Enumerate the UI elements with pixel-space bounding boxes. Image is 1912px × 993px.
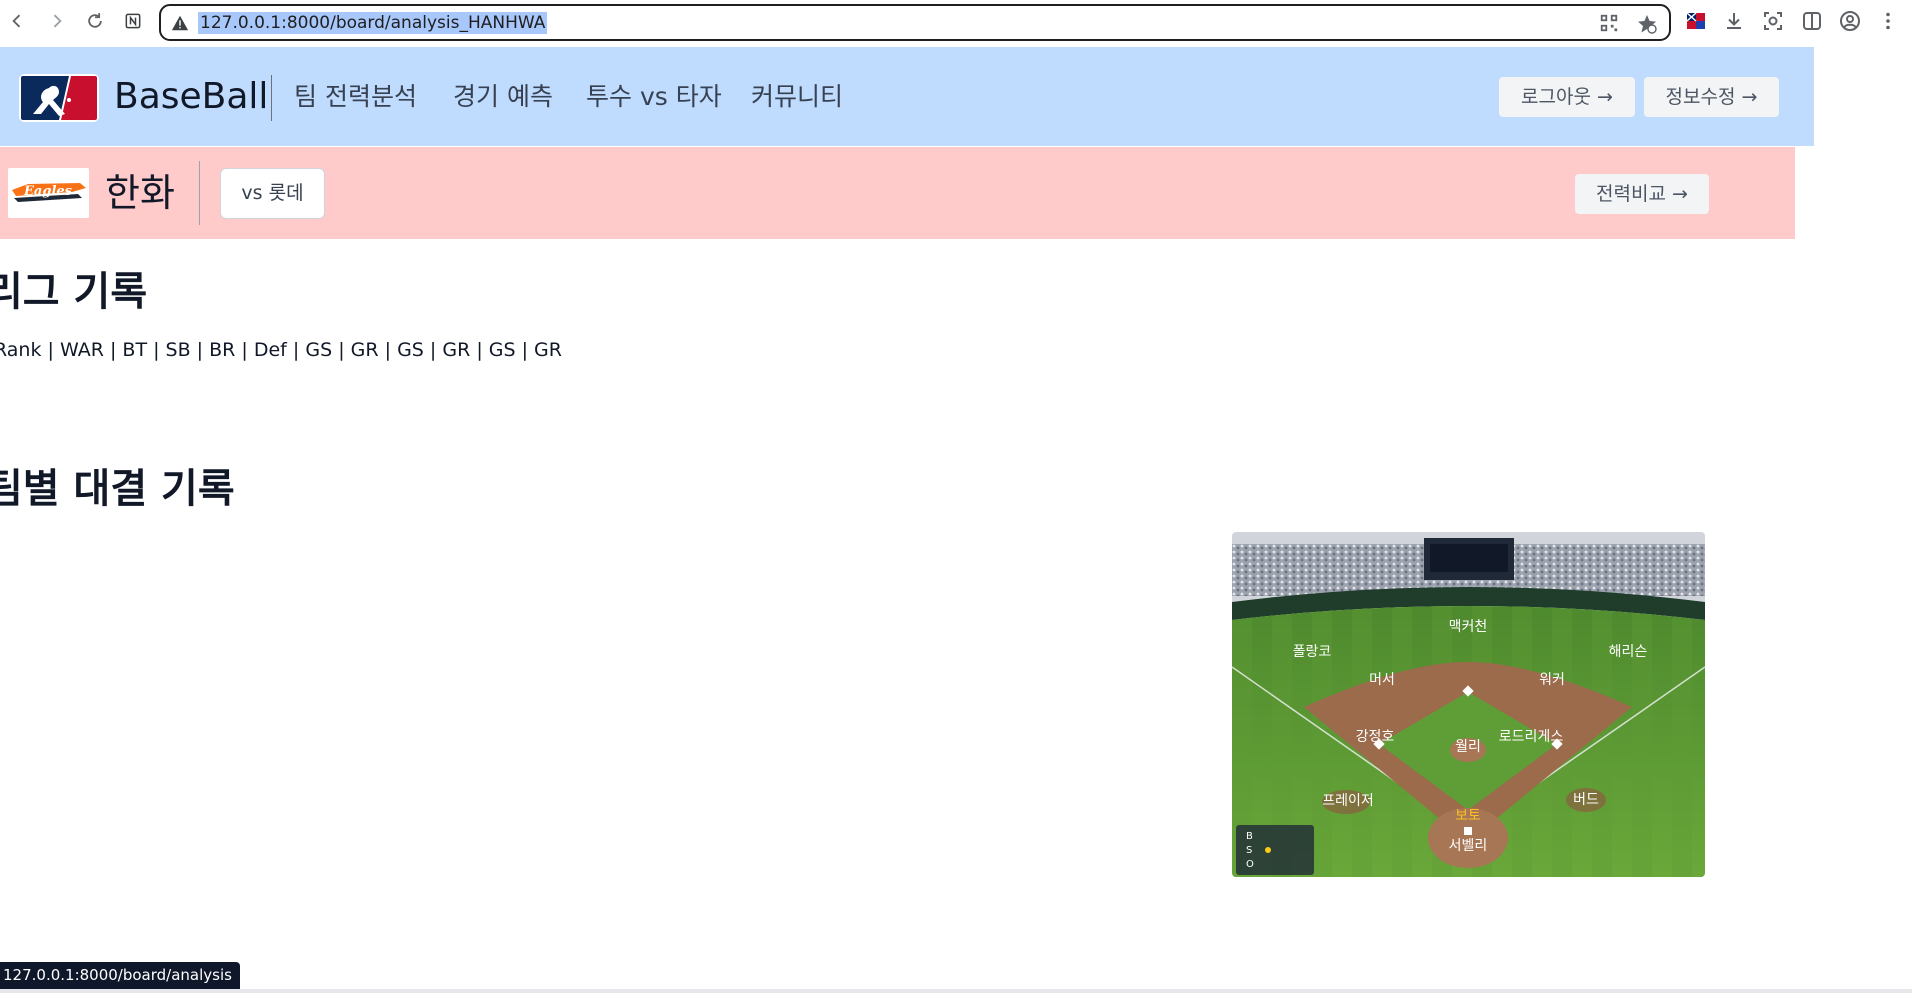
team-vs-record-title: 팀별 대결 기록 <box>0 466 235 512</box>
stat-sb: SB <box>165 339 191 361</box>
stat-bt: BT <box>122 339 148 361</box>
stat-separator: | <box>41 339 60 361</box>
eagles-logo-icon: Eagles <box>8 168 89 218</box>
count-out-label: O <box>1246 859 1254 870</box>
player-right-shift: 버드 <box>1573 792 1599 808</box>
stat-separator: | <box>378 339 398 361</box>
brand-title[interactable]: BaseBall <box>114 74 268 120</box>
reload-icon[interactable] <box>82 8 108 34</box>
site-header: BaseBall 팀 전력분석 경기 예측 투수 vs 타자 커뮤니티 로그아웃… <box>0 47 1814 146</box>
stat-gr: GR <box>350 339 379 361</box>
bottom-edge <box>0 989 1912 993</box>
stat-gs: GS <box>488 339 516 361</box>
player-left-field: 폴랑코 <box>1293 644 1332 660</box>
edit-profile-button[interactable]: 정보수정 → <box>1644 77 1779 117</box>
team-name: 한화 <box>105 171 175 215</box>
mlb-logo-icon[interactable] <box>19 74 99 122</box>
stat-rank: Rank <box>0 339 42 361</box>
logout-button[interactable]: 로그아웃 → <box>1499 77 1635 117</box>
compare-strength-button[interactable]: 전력비교 → <box>1575 174 1709 214</box>
team-divider <box>199 161 200 225</box>
menu-dots-icon[interactable] <box>1876 9 1900 33</box>
league-record-title: 리그 기록 <box>0 269 148 315</box>
forward-icon[interactable] <box>44 8 70 34</box>
back-icon[interactable] <box>4 8 30 34</box>
header-divider <box>271 75 272 121</box>
qr-code-icon[interactable] <box>1599 13 1621 35</box>
stat-def: Def <box>253 339 287 361</box>
profile-icon[interactable] <box>1838 9 1862 33</box>
stat-separator: | <box>470 339 489 361</box>
player-batter: 보토 <box>1455 808 1481 824</box>
player-second-base: 워커 <box>1539 672 1565 688</box>
link-status-bubble: 127.0.0.1:8000/board/analysis <box>0 962 240 989</box>
url-text[interactable]: 127.0.0.1:8000/board/analysis_HANHWA <box>198 12 548 34</box>
browser-toolbar: 127.0.0.1:8000/board/analysis_HANHWA <box>0 0 1912 45</box>
not-secure-icon[interactable] <box>171 14 189 32</box>
team-bar: Eagles 한화 vs 롯데 전력비교 → <box>0 147 1795 239</box>
league-stats-list: Rank | WAR | BT | SB | BR | Def | GS | G… <box>0 337 562 363</box>
stat-separator: | <box>423 339 443 361</box>
nav-team-analysis[interactable]: 팀 전력분석 <box>294 81 417 113</box>
stat-separator: | <box>286 339 306 361</box>
nav-game-prediction[interactable]: 경기 예측 <box>453 81 553 113</box>
stat-separator: | <box>332 339 351 361</box>
player-first-base: 로드리게스 <box>1499 729 1564 745</box>
stat-gr: GR <box>534 339 562 361</box>
stat-gr: GR <box>442 339 471 361</box>
nav-pitcher-vs-batter[interactable]: 투수 vs 타자 <box>586 81 722 113</box>
player-left-shift: 프레이저 <box>1322 793 1374 809</box>
count-strike-label: S <box>1246 845 1252 856</box>
stat-br: BR <box>209 339 236 361</box>
stat-gs: GS <box>305 339 333 361</box>
side-panel-icon[interactable] <box>1800 9 1824 33</box>
stat-separator: | <box>515 339 535 361</box>
stat-separator: | <box>147 339 166 361</box>
stat-gs: GS <box>397 339 424 361</box>
address-bar[interactable]: 127.0.0.1:8000/board/analysis_HANHWA <box>159 4 1671 41</box>
player-right-field: 해리슨 <box>1609 644 1648 660</box>
stat-separator: | <box>235 339 254 361</box>
player-catcher: 서벨리 <box>1449 838 1488 854</box>
nav-community[interactable]: 커뮤니티 <box>751 81 843 113</box>
download-icon[interactable] <box>1722 9 1746 33</box>
stat-separator: | <box>103 339 123 361</box>
flag-extension-icon[interactable] <box>1684 9 1708 33</box>
screenshot-icon[interactable] <box>1761 9 1785 33</box>
stat-war: WAR <box>59 339 104 361</box>
player-shortstop: 머서 <box>1369 672 1395 688</box>
notion-icon[interactable] <box>120 8 146 34</box>
baseball-field-image: B S O 맥커천 폴랑코 해리슨 머서 워커 강정호 로드리게스 월리 프레이… <box>1232 532 1705 877</box>
count-ball-label: B <box>1246 831 1253 842</box>
player-pitcher: 월리 <box>1455 739 1481 755</box>
opponent-select-button[interactable]: vs 롯데 <box>220 168 325 219</box>
player-center-field: 맥커천 <box>1449 619 1488 635</box>
stat-separator: | <box>190 339 210 361</box>
bookmark-star-icon[interactable] <box>1636 13 1658 35</box>
player-third-base: 강정호 <box>1356 729 1395 745</box>
svg-text:Eagles: Eagles <box>23 184 73 199</box>
